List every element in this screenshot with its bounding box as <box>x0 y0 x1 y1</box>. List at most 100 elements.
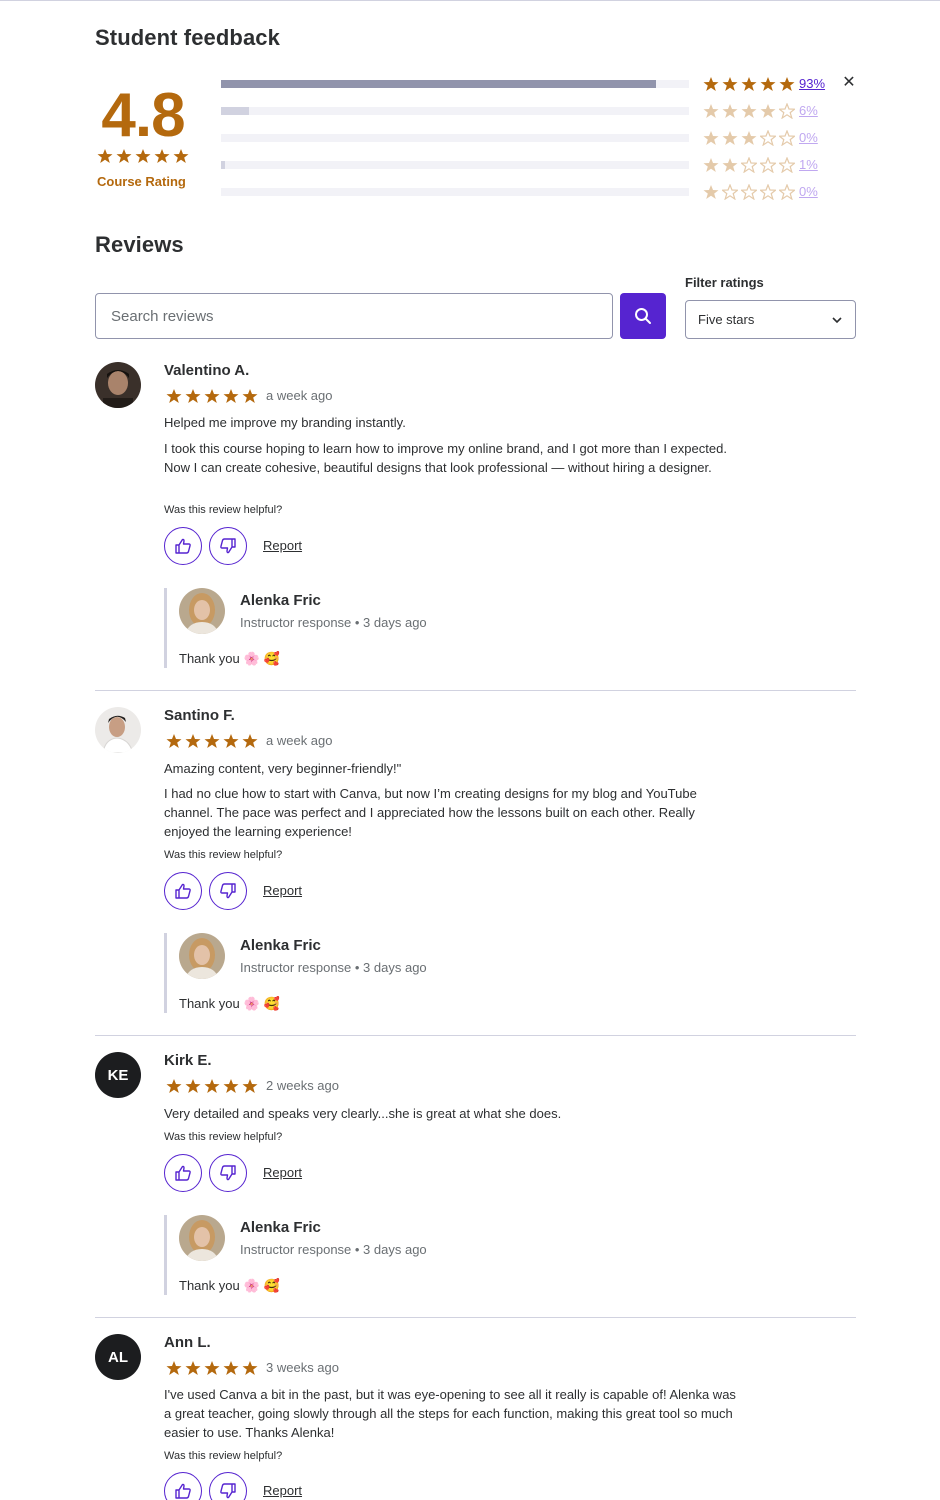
review-divider <box>95 690 856 691</box>
star-filled-icon <box>116 148 132 164</box>
star-empty-icon <box>722 184 738 200</box>
helpful-yes-button[interactable] <box>164 527 202 565</box>
review-time: a week ago <box>266 733 333 748</box>
star-filled-icon <box>185 733 201 749</box>
chevron-down-icon <box>832 316 842 323</box>
reviewer-avatar <box>95 707 141 753</box>
review-title: Amazing content, very beginner-friendly!… <box>164 761 402 776</box>
response-text: Thank you <box>179 1278 240 1293</box>
rating-bar-stars <box>703 130 795 146</box>
report-link[interactable]: Report <box>263 538 302 553</box>
star-filled-icon <box>223 1078 239 1094</box>
review-body: Very detailed and speaks very clearly...… <box>164 1106 562 1121</box>
star-filled-icon <box>722 157 738 173</box>
rating-bar-2-stars[interactable]: 1% <box>221 157 821 177</box>
reviews-title: Reviews <box>95 232 184 257</box>
rating-bar-3-stars[interactable]: 0% <box>221 130 821 150</box>
helpful-no-button[interactable] <box>209 527 247 565</box>
review-stars <box>166 733 258 749</box>
report-link[interactable]: Report <box>263 1165 302 1180</box>
star-filled-icon <box>173 148 189 164</box>
star-filled-icon <box>760 76 776 92</box>
star-empty-icon <box>779 130 795 146</box>
thumbs-up-icon <box>175 1165 191 1181</box>
star-filled-icon <box>223 388 239 404</box>
response-text: Thank you <box>179 651 240 666</box>
average-rating: 4.8 <box>101 81 185 150</box>
rating-bar-4-stars[interactable]: 6% <box>221 103 821 123</box>
rating-bar-percent[interactable]: 0% <box>799 184 818 199</box>
star-empty-icon <box>760 130 776 146</box>
search-button[interactable] <box>620 293 666 339</box>
instructor-response-meta: Instructor response • 3 days ago <box>240 615 427 630</box>
star-filled-icon <box>185 1078 201 1094</box>
instructor-response: Alenka Fric Instructor response • 3 days… <box>164 933 764 1013</box>
course-rating-label: Course Rating <box>97 174 186 189</box>
rating-bar-percent[interactable]: 1% <box>799 157 818 172</box>
search-reviews-input[interactable] <box>95 293 613 339</box>
rating-bar-percent[interactable]: 0% <box>799 130 818 145</box>
instructor-response-text: Thank you 🌸 🥰 <box>179 1278 280 1294</box>
instructor-response-meta: Instructor response • 3 days ago <box>240 1242 427 1257</box>
reviewer-avatar: KE <box>95 1052 141 1098</box>
helpful-no-button[interactable] <box>209 872 247 910</box>
review-title: Helped me improve my branding instantly. <box>164 415 406 430</box>
review-time: 2 weeks ago <box>266 1078 339 1093</box>
star-filled-icon <box>154 148 170 164</box>
star-empty-icon <box>779 184 795 200</box>
average-rating-stars <box>97 148 189 164</box>
star-filled-icon <box>204 733 220 749</box>
rating-bar-stars <box>703 103 795 119</box>
star-empty-icon <box>779 103 795 119</box>
thumbs-up-icon <box>175 1483 191 1499</box>
helpful-yes-button[interactable] <box>164 1154 202 1192</box>
star-empty-icon <box>779 157 795 173</box>
close-icon[interactable]: ✕ <box>841 75 857 91</box>
rating-bar-fill <box>221 80 657 88</box>
reviewer-name: Santino F. <box>164 707 235 724</box>
star-filled-icon <box>779 76 795 92</box>
rating-bar-track <box>221 134 689 142</box>
instructor-response-text: Thank you 🌸 🥰 <box>179 651 280 667</box>
thumbs-down-icon <box>220 538 236 554</box>
review-stars <box>166 1360 258 1376</box>
helpful-no-button[interactable] <box>209 1472 247 1500</box>
helpful-question: Was this review helpful? <box>164 1131 283 1143</box>
star-filled-icon <box>166 1360 182 1376</box>
report-link[interactable]: Report <box>263 1483 302 1498</box>
response-emoji: 🌸 🥰 <box>243 651 280 666</box>
helpful-no-button[interactable] <box>209 1154 247 1192</box>
review-time: 3 weeks ago <box>266 1360 339 1375</box>
helpful-question: Was this review helpful? <box>164 849 283 861</box>
rating-bar-stars <box>703 76 795 92</box>
thumbs-up-icon <box>175 883 191 899</box>
star-filled-icon <box>242 1078 258 1094</box>
star-filled-icon <box>204 1078 220 1094</box>
star-filled-icon <box>703 157 719 173</box>
review-body: I had no clue how to start with Canva, b… <box>164 786 697 839</box>
reviewer-avatar: AL <box>95 1334 141 1380</box>
top-border <box>0 0 940 4</box>
report-link[interactable]: Report <box>263 883 302 898</box>
helpful-yes-button[interactable] <box>164 1472 202 1500</box>
star-empty-icon <box>741 157 757 173</box>
filter-ratings-select[interactable]: Five stars <box>685 300 856 339</box>
reviewer-name: Kirk E. <box>164 1052 212 1069</box>
rating-bar-5-stars[interactable]: 93% <box>221 76 825 96</box>
rating-bar-percent[interactable]: 6% <box>799 103 818 118</box>
star-filled-icon <box>97 148 113 164</box>
search-icon <box>635 308 651 324</box>
star-filled-icon <box>703 103 719 119</box>
star-filled-icon <box>703 130 719 146</box>
response-emoji: 🌸 🥰 <box>243 1278 280 1293</box>
instructor-response-meta: Instructor response • 3 days ago <box>240 960 427 975</box>
rating-bar-track <box>221 80 689 88</box>
rating-bar-fill <box>221 161 225 169</box>
rating-bar-percent[interactable]: 93% <box>799 76 825 91</box>
rating-bar-1-star[interactable]: 0% <box>221 184 821 204</box>
helpful-yes-button[interactable] <box>164 872 202 910</box>
thumbs-up-icon <box>175 538 191 554</box>
star-filled-icon <box>703 76 719 92</box>
star-filled-icon <box>166 733 182 749</box>
reviewer-name: Valentino A. <box>164 362 250 379</box>
